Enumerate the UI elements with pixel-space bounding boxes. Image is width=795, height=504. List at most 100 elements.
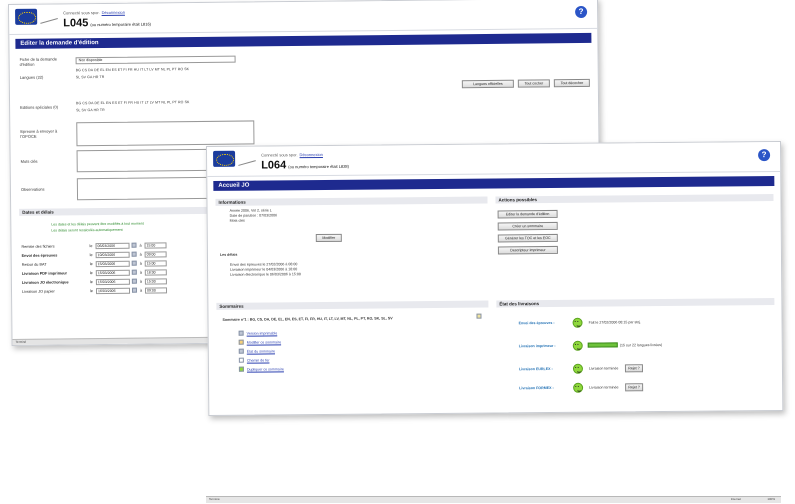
- sommaire-link[interactable]: Version imprimable: [247, 331, 278, 335]
- date-field[interactable]: 06/03/2006: [95, 242, 130, 250]
- sommaire-link[interactable]: Modifier ce sommaire: [247, 340, 281, 344]
- time-prefix: à: [139, 261, 142, 266]
- date-field[interactable]: 15/03/2006: [95, 278, 130, 286]
- date-field[interactable]: 15/03/2006: [95, 269, 130, 277]
- date-prefix: le: [89, 244, 93, 249]
- smiley-icon: [572, 317, 583, 328]
- delais-item: Envoi des épreuves le 27/02/2006 à 08:00: [230, 262, 298, 267]
- time-field[interactable]: 09:00: [144, 287, 168, 294]
- editions-checkboxes-row2[interactable]: SL SV GA HR TR: [76, 108, 105, 112]
- edit-request-button[interactable]: Editer la demande d'édition: [497, 209, 558, 219]
- reject-button[interactable]: Rejet ?: [624, 364, 643, 373]
- date-prefix: le: [89, 289, 94, 294]
- editions-checkboxes-row1[interactable]: BG CS DA DE EL EN ES ET FI FR HU IT LT L…: [76, 100, 189, 105]
- language-checkboxes-row2[interactable]: SL SV GA HR TR: [76, 75, 105, 79]
- document-icon: [238, 348, 244, 354]
- epreuve-textarea[interactable]: [76, 120, 255, 147]
- info-item: Date de parution : 07/03/2006: [229, 213, 278, 218]
- livraison-label: Envoi des épreuves :: [518, 320, 555, 326]
- livraison-text: Fait le 27/02/2006 08:15 par stoj.: [588, 320, 642, 325]
- sommaire-line: Sommaire n°1 : BG, CS, DA, DE, EL, EN, E…: [222, 316, 393, 322]
- generate-toc-button[interactable]: Générer les TOC et les EOC: [497, 233, 558, 243]
- printer-descriptor-button[interactable]: Descripteur imprimeur: [497, 245, 558, 255]
- date-label: Livraison PDF imprimeur: [21, 271, 68, 276]
- time-prefix: à: [139, 243, 142, 248]
- help-icon[interactable]: ?: [575, 5, 588, 19]
- fiche-label: Fiche de la demande d'édition: [19, 56, 57, 67]
- epreuve-label: Epreuve à envoyer à l'OPOCE: [20, 128, 58, 139]
- logout-link[interactable]: Déconnexion: [102, 10, 125, 15]
- calendar-icon[interactable]: [131, 260, 137, 266]
- date-field[interactable]: 10/03/2006: [95, 251, 130, 259]
- create-summary-button[interactable]: Créer un sommaire: [497, 221, 558, 231]
- logout-link[interactable]: Déconnexion: [300, 152, 323, 157]
- journal-code: L064 (ou numéro temporaire était L828): [261, 159, 349, 172]
- date-label: Remise des fichiers: [21, 244, 55, 249]
- time-prefix: à: [139, 279, 143, 284]
- date-label: Retour du BAT: [21, 262, 47, 267]
- time-field[interactable]: 09:00: [144, 251, 167, 258]
- calendar-icon[interactable]: [131, 242, 137, 248]
- livraison-text: Livraison terminée: [588, 366, 619, 371]
- uncheck-all-button[interactable]: Tout décocher: [553, 78, 590, 88]
- modify-button[interactable]: Modifier: [315, 233, 342, 243]
- edit-icon[interactable]: [476, 313, 482, 319]
- livraison-label: Livraison EURLEX :: [518, 366, 553, 372]
- date-prefix: le: [89, 253, 93, 258]
- livraison-label: Livraison imprimeur :: [518, 343, 556, 349]
- date-field[interactable]: 16/03/2006: [95, 287, 131, 295]
- connection-info: Connecté sous spor. Déconnexion: [63, 9, 125, 16]
- signature-icon: [38, 11, 58, 24]
- progress-bar: [587, 342, 618, 348]
- check-all-button[interactable]: Tout cocher: [517, 79, 550, 88]
- language-checkboxes-row1[interactable]: BG CS DA DE EL EN ES ET FI FR HU IT LT L…: [76, 67, 189, 72]
- livraison-label: Livraison FORMEX :: [519, 385, 554, 391]
- help-icon[interactable]: ?: [758, 149, 771, 162]
- dates-section-title: Dates et délais: [19, 206, 210, 216]
- delais-title: Les délais: [219, 252, 238, 257]
- livraison-text: (15 sur 22 langues livrées): [619, 343, 663, 348]
- mots-label: Mots clés: [20, 158, 38, 164]
- zoom-text[interactable]: 100%: [767, 497, 775, 501]
- date-prefix: le: [89, 271, 93, 276]
- date-field[interactable]: 15/03/2006: [95, 260, 130, 268]
- informations-section-title: Informations: [215, 196, 488, 206]
- home-jo-window: Connecté sous spor. Déconnexion L064 (ou n…: [206, 140, 784, 416]
- page-title: Editer la demande d'édition: [15, 32, 592, 49]
- journal-code: L045 (ou numéro temporaire était L816): [63, 17, 152, 30]
- status-text: Terminé: [209, 497, 220, 501]
- dates-hint-1: Les dates et les délais peuvent être mod…: [51, 221, 144, 227]
- signature-icon: [236, 153, 256, 166]
- calendar-icon[interactable]: [131, 278, 137, 284]
- fiche-field[interactable]: Non disponible: [75, 55, 236, 65]
- time-field[interactable]: 18:00: [144, 269, 167, 276]
- calendar-icon[interactable]: [131, 287, 138, 293]
- time-field[interactable]: 15:00: [144, 278, 167, 285]
- time-prefix: à: [139, 252, 142, 257]
- calendar-icon[interactable]: [131, 269, 137, 275]
- date-label: Envoi des épreuves: [21, 253, 58, 258]
- connection-info: Connecté sous spor. Déconnexion: [261, 151, 323, 158]
- time-field[interactable]: 15:00: [144, 260, 167, 267]
- date-prefix: le: [89, 262, 93, 267]
- page-icon: [238, 357, 244, 363]
- sommaire-link[interactable]: Chemin de fer: [247, 358, 270, 362]
- sommaire-link[interactable]: État du sommaire: [247, 349, 275, 353]
- header: Connecté sous spor. Déconnexion L045 (ou n…: [9, 0, 598, 35]
- etat-section-title: État des livraisons: [496, 298, 775, 308]
- langues-label: Langues (22): [19, 74, 44, 80]
- calendar-icon[interactable]: [131, 251, 137, 257]
- actions-section-title: Actions possibles: [495, 194, 774, 204]
- page-title: Accueil JO: [213, 176, 775, 191]
- delais-item: Livraison électronique le 06/03/2006 à 1…: [230, 272, 301, 277]
- duplicate-icon: [238, 366, 244, 372]
- eu-logo-icon: [15, 8, 38, 25]
- sommaire-link[interactable]: Dupliquer ce sommaire: [247, 367, 284, 371]
- sommaires-section-title: Sommaires: [216, 300, 489, 310]
- reject-button[interactable]: Rejet ?: [625, 383, 644, 392]
- smiley-icon: [572, 340, 583, 351]
- official-languages-button[interactable]: Langues officielles: [461, 79, 514, 89]
- time-field[interactable]: 15:00: [144, 242, 167, 249]
- info-item: Année 2006, Vol 2, série L: [229, 208, 272, 213]
- delais-item: Livraison imprimeur le 04/03/2006 à 18:0…: [230, 267, 298, 272]
